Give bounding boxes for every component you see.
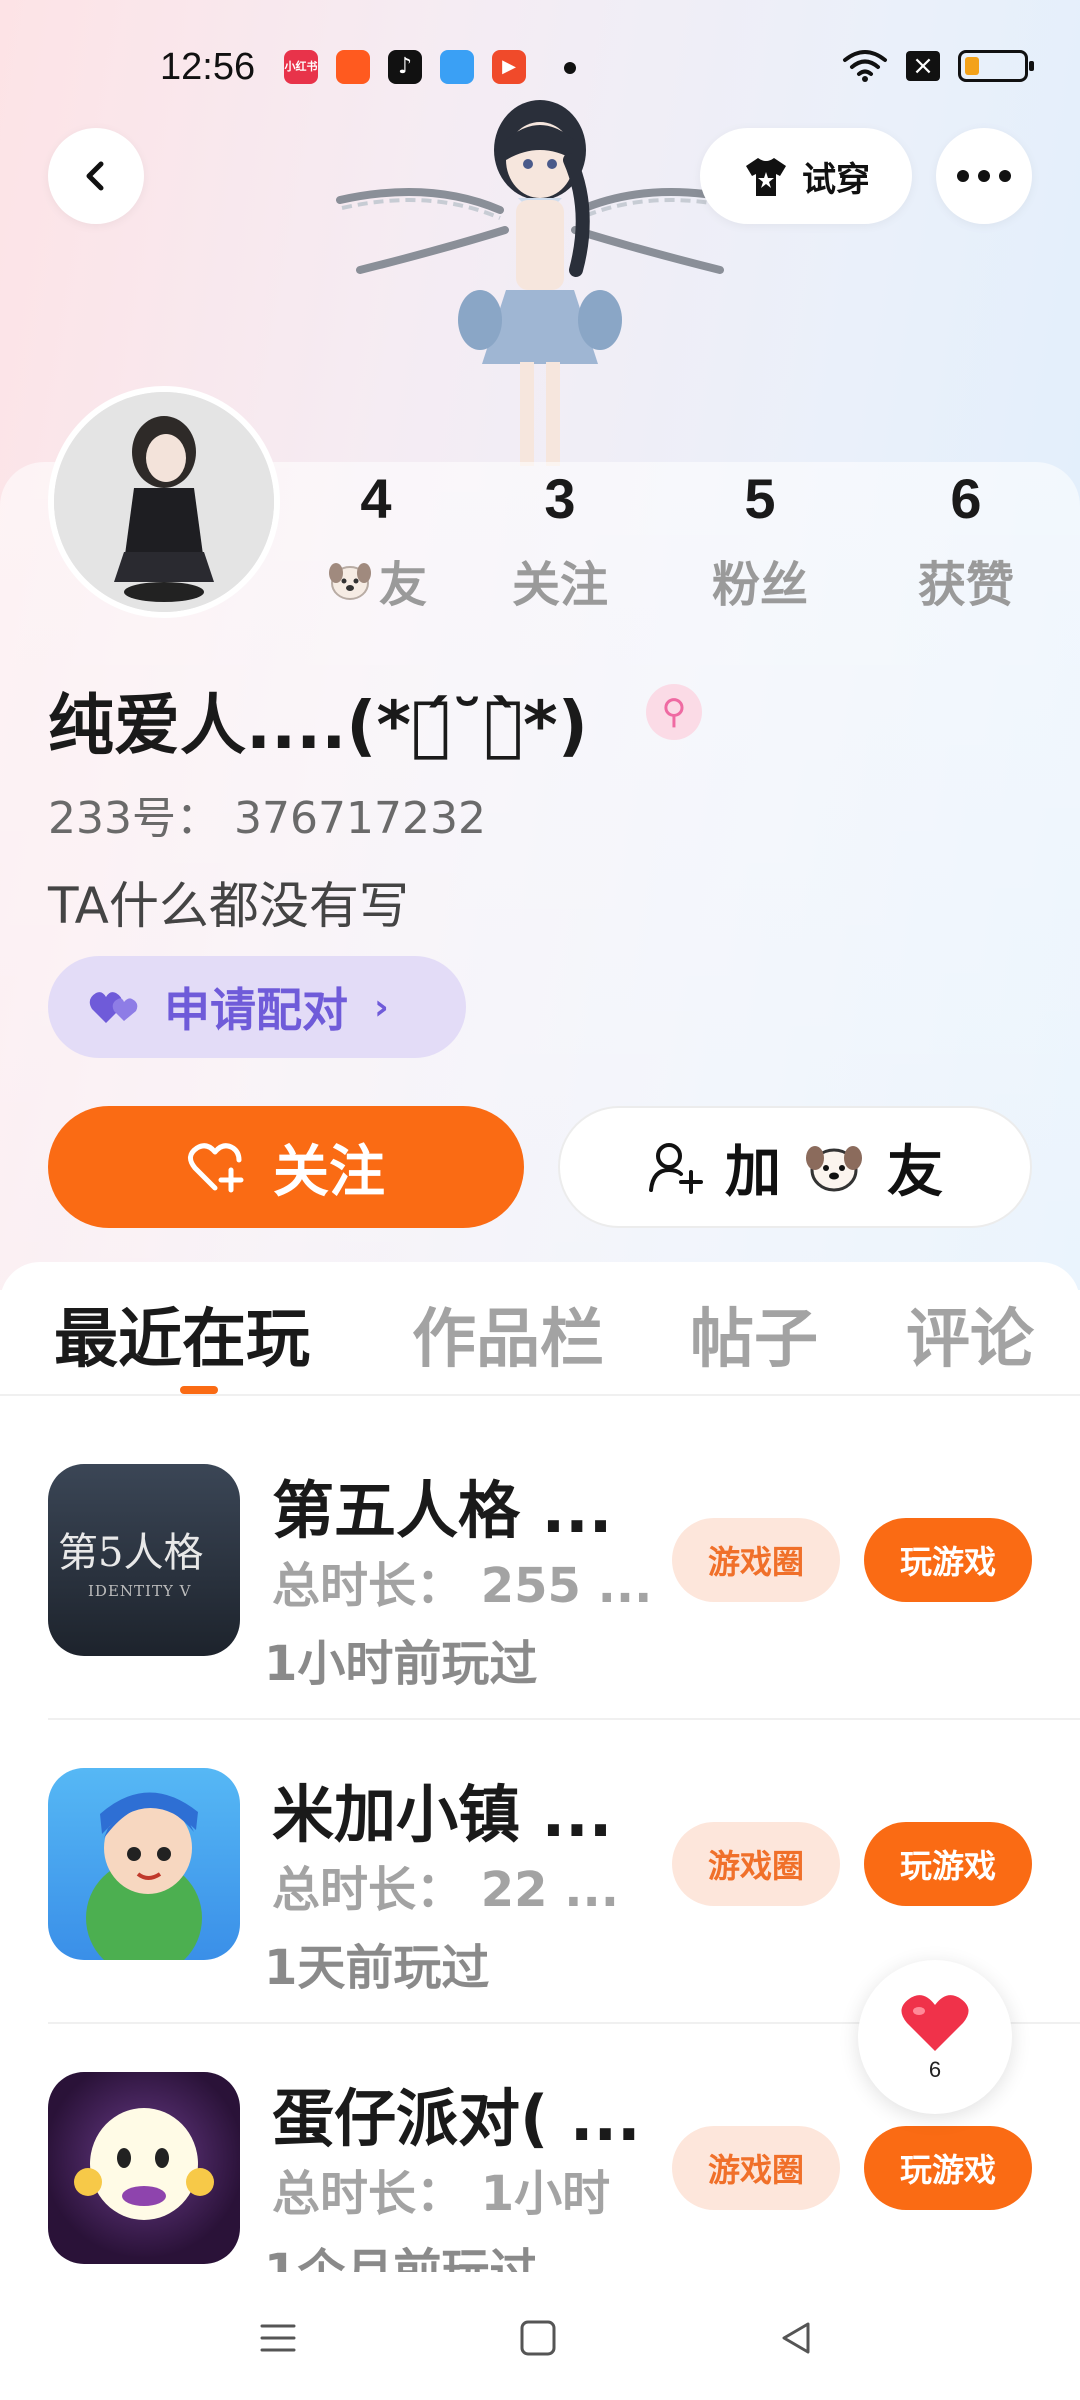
request-pairing-label: 申请配对: [164, 983, 348, 1037]
try-on-label: 试穿: [802, 159, 870, 200]
follow-label: 关注: [273, 1139, 385, 1205]
add-friend-label-prefix: 加: [725, 1139, 781, 1205]
dog-face-icon: [806, 1146, 862, 1192]
play-game-button[interactable]: 玩游戏: [864, 1518, 1032, 1602]
game-icon-miga-town: [48, 1768, 240, 1960]
stat-following-value: 3: [544, 467, 576, 530]
chevron-right-icon: ›: [374, 986, 389, 1028]
avatar-character-illustration: [336, 100, 744, 466]
add-friend-button[interactable]: 加 友: [558, 1106, 1032, 1228]
game-duration: 总时长： 22 ...: [272, 1862, 619, 1918]
try-on-button[interactable]: 试穿: [700, 128, 912, 224]
game-title: 第五人格 ...: [272, 1474, 613, 1547]
active-tab-indicator: [180, 1386, 218, 1394]
game-title: 蛋仔派对( ...: [272, 2082, 641, 2155]
battery-level: [965, 57, 979, 75]
weather-icon: [440, 50, 474, 84]
home-nav-button[interactable]: [508, 2310, 568, 2366]
stat-friends-label: 友: [378, 557, 427, 613]
user-id-label: 233号：: [48, 793, 220, 844]
username: 纯爱人....(*ฅ́˘ฅ̀*): [48, 687, 588, 764]
request-pairing-button[interactable]: 申请配对 ›: [48, 956, 466, 1058]
tab-comments[interactable]: 评论: [906, 1288, 1034, 1380]
stat-followers-label: 粉丝: [711, 557, 808, 613]
xiaohongshu-icon: 小红书: [284, 50, 318, 84]
chevron-left-icon: [86, 161, 104, 191]
avatar-image: [54, 392, 274, 612]
game-last-played: 1天前玩过: [264, 1940, 490, 1996]
dog-face-icon: [328, 563, 371, 600]
stat-friends-value: 4: [360, 467, 392, 530]
user-id: 233号： 376717232: [48, 782, 486, 846]
play-game-button[interactable]: 玩游戏: [864, 1822, 1032, 1906]
list-item[interactable]: 第5人格 IDENTITY V 第五人格 ... 总时长： 255 ... 1小…: [0, 1416, 1080, 1720]
heart-plus-icon: [188, 1143, 244, 1193]
game-icon-art: [86, 1792, 202, 1960]
bio: TA什么都没有写: [48, 877, 409, 935]
game-icon-subtitle: IDENTITY V: [88, 1582, 192, 1600]
game-icon-art: [74, 2108, 214, 2220]
tab-recently-played[interactable]: 最近在玩: [54, 1288, 310, 1380]
tshirt-icon: [746, 158, 786, 196]
game-icon-identity-v: 第5人格 IDENTITY V: [48, 1464, 240, 1656]
game-circle-button[interactable]: 游戏圈: [672, 1822, 840, 1906]
stat-friends[interactable]: 4 友: [286, 466, 466, 615]
status-time: 12:56: [160, 46, 256, 88]
game-icon-title: 第5人格: [58, 1530, 204, 1576]
double-heart-icon: [89, 992, 138, 1023]
stat-followers-value: 5: [744, 467, 776, 530]
more-options-button[interactable]: [936, 128, 1032, 224]
back-nav-button[interactable]: [766, 2310, 826, 2366]
tiktok-icon: ♪: [388, 50, 422, 84]
menu-nav-button[interactable]: [248, 2310, 308, 2366]
more-horizontal-icon: [957, 170, 1011, 182]
video-icon: ▶: [492, 50, 526, 84]
battery-icon: [958, 50, 1034, 82]
stat-following-label: 关注: [511, 557, 608, 613]
stat-likes[interactable]: 6 获赞: [876, 466, 1056, 615]
stat-likes-label: 获赞: [917, 557, 1014, 613]
game-duration: 总时长： 1小时: [272, 2166, 611, 2222]
game-title: 米加小镇 ...: [272, 1778, 613, 1851]
heart-icon: [901, 1995, 969, 2051]
avatar[interactable]: [48, 386, 280, 618]
more-notifications-dot: [564, 62, 576, 74]
system-navigation-bar: [0, 2272, 1080, 2400]
kuaishou-icon: [336, 50, 370, 84]
like-count: 6: [928, 2057, 942, 2082]
game-last-played: 1小时前玩过: [264, 1636, 538, 1692]
game-duration: 总时长： 255 ...: [272, 1558, 653, 1614]
add-friend-label-suffix: 友: [887, 1139, 943, 1205]
wifi-icon: [843, 50, 887, 82]
play-game-button[interactable]: 玩游戏: [864, 2126, 1032, 2210]
tab-works[interactable]: 作品栏: [412, 1288, 604, 1380]
tab-posts[interactable]: 帖子: [690, 1288, 818, 1380]
menu-icon: [260, 2324, 296, 2352]
home-square-icon: [520, 2320, 556, 2356]
female-gender-icon: ⚲: [646, 684, 702, 740]
sim-off-icon: ×: [906, 51, 940, 81]
stat-likes-value: 6: [950, 467, 982, 530]
system-icons: ×: [842, 48, 1034, 84]
game-circle-button[interactable]: 游戏圈: [672, 2126, 840, 2210]
back-button[interactable]: [48, 128, 144, 224]
user-id-value: 376717232: [233, 793, 486, 844]
add-person-icon: [649, 1143, 703, 1194]
stat-followers[interactable]: 5 粉丝: [670, 466, 850, 615]
game-icon-eggy-party: [48, 2072, 240, 2264]
game-circle-button[interactable]: 游戏圈: [672, 1518, 840, 1602]
follow-button[interactable]: 关注: [48, 1106, 524, 1228]
stat-following[interactable]: 3 关注: [470, 466, 650, 615]
xiaohongshu-icon-label: 小红书: [284, 60, 318, 73]
back-triangle-icon: [782, 2322, 810, 2354]
like-button[interactable]: 6: [858, 1960, 1012, 2114]
